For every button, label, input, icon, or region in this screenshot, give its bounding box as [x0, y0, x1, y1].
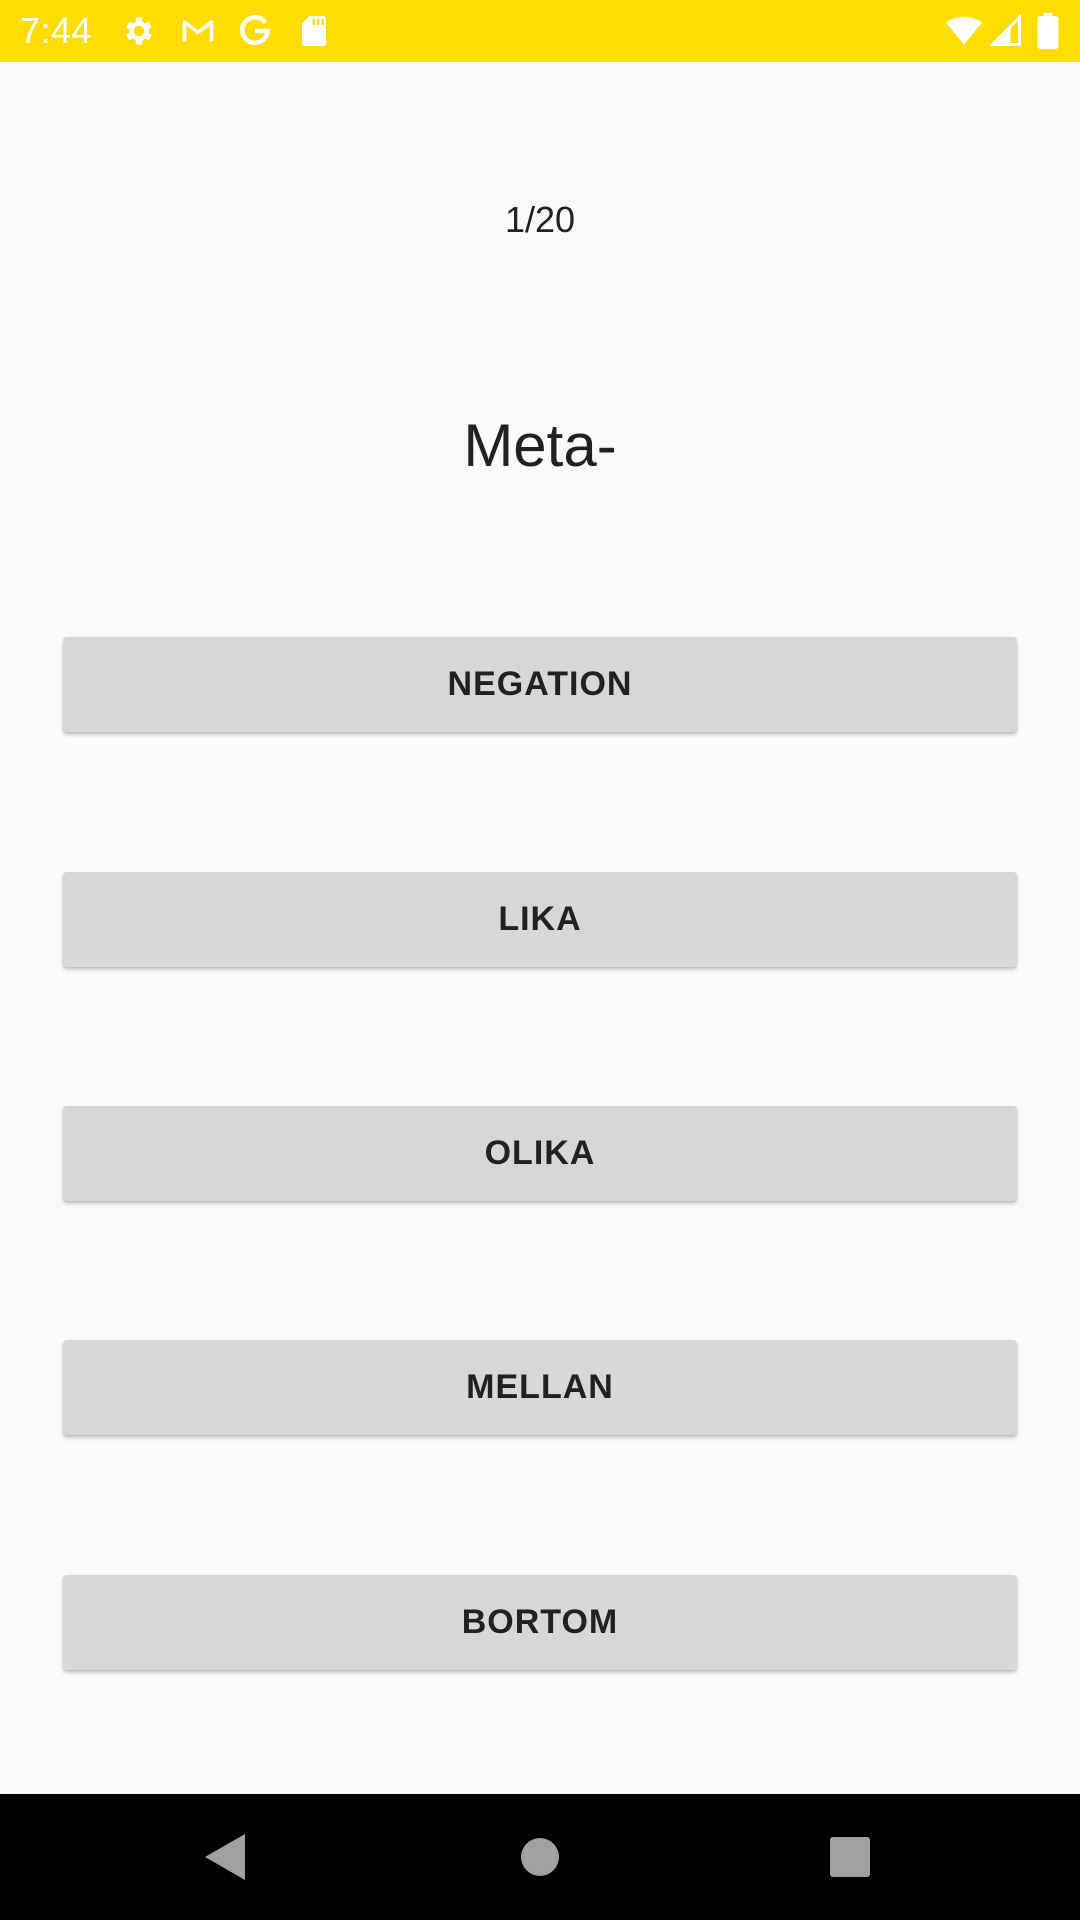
settings-icon — [121, 13, 157, 49]
recents-button[interactable] — [787, 1794, 913, 1920]
answer-button-olika[interactable]: OLIKA — [63, 1106, 1017, 1201]
answer-button-negation[interactable]: NEGATION — [63, 637, 1017, 732]
answer-button-lika[interactable]: LIKA — [63, 872, 1017, 967]
home-icon — [520, 1837, 560, 1877]
back-icon — [205, 1834, 247, 1880]
google-icon — [237, 13, 273, 49]
cell-signal-icon — [988, 13, 1024, 49]
battery-icon — [1036, 13, 1060, 49]
home-button[interactable] — [477, 1794, 603, 1920]
status-time: 7:44 — [20, 10, 93, 51]
question-prompt: Meta- — [463, 412, 617, 479]
navigation-bar — [0, 1794, 1080, 1920]
status-bar: 7:44 — [0, 0, 1080, 62]
back-button[interactable] — [163, 1794, 289, 1920]
gmail-icon — [178, 13, 218, 49]
answer-button-bortom[interactable]: BORTOM — [63, 1575, 1017, 1670]
sd-card-icon — [296, 13, 332, 49]
question-counter: 1/20 — [504, 199, 576, 240]
recents-icon — [830, 1837, 870, 1877]
quiz-content: 1/20 Meta- NEGATION LIKA OLIKA MELLAN BO… — [0, 62, 1080, 1794]
answer-button-mellan[interactable]: MELLAN — [63, 1340, 1017, 1435]
wifi-icon — [944, 13, 984, 49]
